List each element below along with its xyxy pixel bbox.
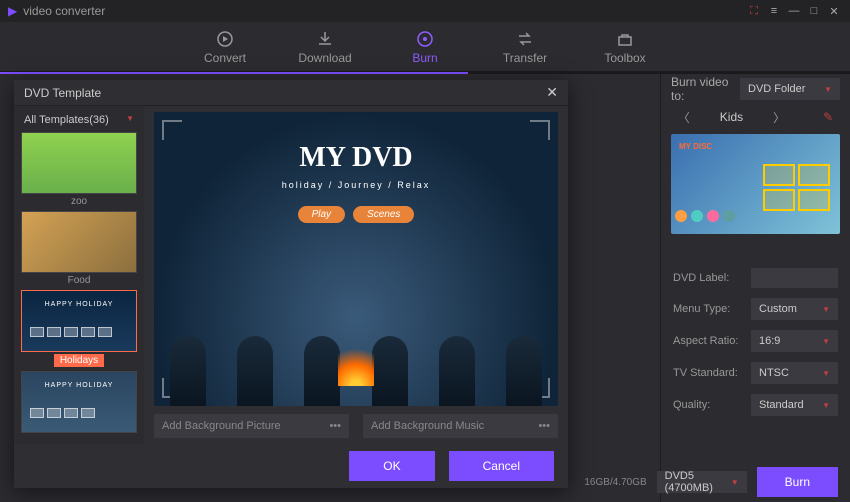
theme-edit-button[interactable]: ✎ <box>823 110 833 124</box>
preview-scenes-button[interactable]: Scenes <box>353 206 414 223</box>
dvd-label-label: DVD Label: <box>673 272 743 284</box>
menu-type-label: Menu Type: <box>673 303 743 315</box>
app-logo-icon: ▶ <box>8 4 17 18</box>
app-title: video converter <box>23 4 105 18</box>
template-label: Food <box>68 275 91 286</box>
chevron-down-icon: ▼ <box>822 401 830 410</box>
tab-label: Download <box>298 51 351 65</box>
template-filter-dropdown[interactable]: All Templates(36) ▼ <box>20 112 138 128</box>
mini-title: MY DISC <box>679 142 712 151</box>
more-icon: ••• <box>538 420 550 432</box>
tab-label: Toolbox <box>604 51 645 65</box>
theme-thumbnail[interactable]: MY DISC <box>671 134 840 234</box>
tab-toolbox[interactable]: Toolbox <box>595 22 655 71</box>
modal-title: DVD Template <box>24 86 101 100</box>
add-bg-music-label: Add Background Music <box>371 420 484 432</box>
burn-to-select[interactable]: DVD Folder ▼ <box>740 78 840 100</box>
filter-label: All Templates(36) <box>24 114 109 126</box>
template-item-zoo[interactable]: zoo <box>20 132 138 207</box>
right-sidebar: Burn video to: DVD Folder ▼ 〈 Kids 〉 ✎ M… <box>660 74 850 502</box>
dvd-menu-preview: MY DVD holiday / Journey / Relax Play Sc… <box>154 112 558 406</box>
aspect-ratio-label: Aspect Ratio: <box>673 335 743 347</box>
gift-icon[interactable]: ⛶ <box>746 3 762 19</box>
modal-close-button[interactable]: ✕ <box>546 84 558 101</box>
add-background-picture[interactable]: Add Background Picture ••• <box>154 414 349 438</box>
menu-icon[interactable]: ≡ <box>766 3 782 19</box>
add-bg-pic-label: Add Background Picture <box>162 420 281 432</box>
tab-convert[interactable]: Convert <box>195 22 255 71</box>
ok-button[interactable]: OK <box>349 451 434 481</box>
preview-play-button[interactable]: Play <box>298 206 345 223</box>
preview-panel: MY DVD holiday / Journey / Relax Play Sc… <box>144 106 568 444</box>
main-toolbar: Convert Download Burn Transfer Toolbox <box>0 22 850 72</box>
tab-transfer[interactable]: Transfer <box>495 22 555 71</box>
convert-icon <box>215 29 235 49</box>
add-background-music[interactable]: Add Background Music ••• <box>363 414 558 438</box>
toolbox-icon <box>615 29 635 49</box>
tab-label: Convert <box>204 51 246 65</box>
burn-icon <box>415 29 435 49</box>
download-icon <box>315 29 335 49</box>
maximize-button[interactable]: □ <box>806 3 822 19</box>
chevron-down-icon: ▼ <box>824 85 832 94</box>
chevron-down-icon: ▼ <box>126 114 134 126</box>
cancel-button[interactable]: Cancel <box>449 451 554 481</box>
template-item-holidays[interactable]: HAPPY HOLIDAY Holidays <box>20 290 138 367</box>
titlebar: ▶ video converter ⛶ ≡ — □ ✕ <box>0 0 850 22</box>
template-item-4[interactable]: HAPPY HOLIDAY <box>20 371 138 433</box>
burn-to-value: DVD Folder <box>748 83 805 95</box>
tab-download[interactable]: Download <box>295 22 355 71</box>
dvd-label-input[interactable] <box>751 268 838 288</box>
template-label: zoo <box>71 196 87 207</box>
close-button[interactable]: ✕ <box>826 3 842 19</box>
tv-standard-label: TV Standard: <box>673 367 743 379</box>
transfer-icon <box>515 29 535 49</box>
dvd-template-modal: DVD Template ✕ All Templates(36) ▼ zoo F <box>14 80 568 488</box>
content-area: DVD Template ✕ All Templates(36) ▼ zoo F <box>0 74 660 502</box>
template-item-food[interactable]: Food <box>20 211 138 286</box>
theme-name: Kids <box>720 110 743 124</box>
preview-title: MY DVD <box>154 142 558 174</box>
preview-subtitle: holiday / Journey / Relax <box>154 180 558 190</box>
theme-prev-button[interactable]: 〈 <box>678 109 690 126</box>
chevron-down-icon: ▼ <box>731 478 739 487</box>
theme-next-button[interactable]: 〉 <box>773 109 785 126</box>
chevron-down-icon: ▼ <box>822 337 830 346</box>
minimize-button[interactable]: — <box>786 3 802 19</box>
tv-standard-select[interactable]: NTSC▼ <box>751 362 838 384</box>
template-list: All Templates(36) ▼ zoo Food HAPPY HOLID… <box>14 106 144 444</box>
quality-select[interactable]: Standard▼ <box>751 394 838 416</box>
chevron-down-icon: ▼ <box>822 305 830 314</box>
quality-label: Quality: <box>673 399 743 411</box>
burn-button[interactable]: Burn <box>757 467 838 497</box>
tab-label: Burn <box>412 51 437 65</box>
tab-label: Transfer <box>503 51 547 65</box>
burn-to-label: Burn video to: <box>671 75 732 103</box>
tab-burn[interactable]: Burn <box>395 22 455 71</box>
template-label: Holidays <box>54 354 104 367</box>
aspect-ratio-select[interactable]: 16:9▼ <box>751 330 838 352</box>
disc-type-select[interactable]: DVD5 (4700MB)▼ <box>657 471 747 493</box>
more-icon: ••• <box>329 420 341 432</box>
menu-type-select[interactable]: Custom▼ <box>751 298 838 320</box>
chevron-down-icon: ▼ <box>822 369 830 378</box>
